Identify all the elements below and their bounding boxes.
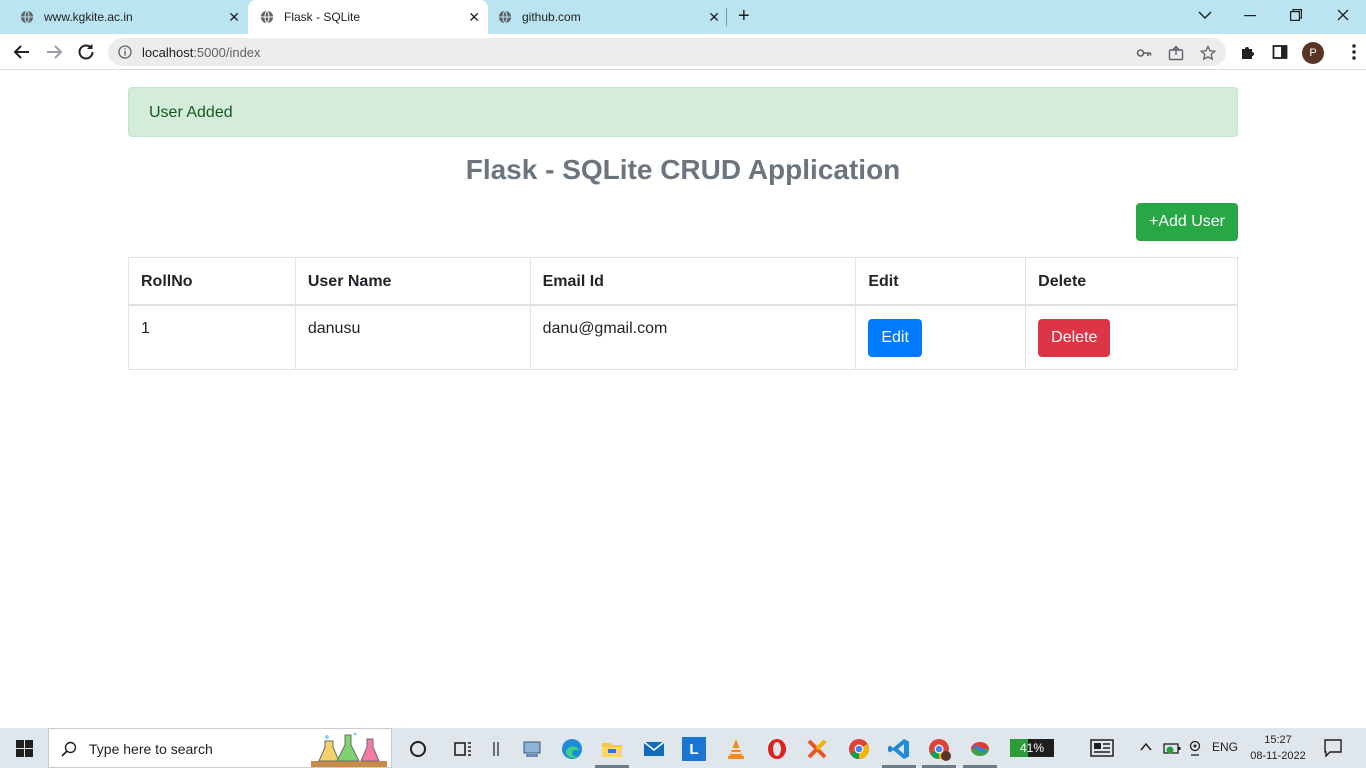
power-battery-icon[interactable] bbox=[1163, 741, 1181, 755]
science-flasks-icon bbox=[311, 732, 387, 767]
webcam-icon[interactable] bbox=[1188, 740, 1202, 756]
add-user-button[interactable]: +Add User bbox=[1136, 203, 1238, 241]
url-path: :5000/index bbox=[193, 45, 261, 60]
tab-github[interactable]: github.com ✕ bbox=[488, 0, 728, 34]
tab-title: github.com bbox=[522, 10, 581, 24]
window-close-icon[interactable] bbox=[1337, 9, 1349, 21]
column-header-rollno: RollNo bbox=[128, 257, 296, 305]
colorful-app-icon[interactable] bbox=[968, 737, 992, 761]
taskbar-clock[interactable]: 15:27 08-11-2022 bbox=[1246, 732, 1310, 764]
notifications-icon[interactable] bbox=[1324, 739, 1342, 757]
url-host: localhost bbox=[142, 45, 194, 60]
new-tab-icon[interactable]: + bbox=[738, 6, 750, 26]
browser-menu-icon[interactable] bbox=[1352, 44, 1356, 60]
chevron-up-icon[interactable] bbox=[1140, 742, 1152, 752]
search-placeholder: Type here to search bbox=[89, 741, 213, 757]
column-header-delete: Delete bbox=[1025, 257, 1238, 305]
opera-icon[interactable] bbox=[765, 737, 789, 761]
site-info-icon[interactable] bbox=[118, 45, 132, 59]
tab-search-chevron-icon[interactable] bbox=[1198, 10, 1212, 20]
page-title: Flask - SQLite CRUD Application bbox=[465, 154, 901, 185]
task-view-icon[interactable] bbox=[451, 737, 475, 761]
cell-rollno: 1 bbox=[128, 304, 296, 370]
key-icon[interactable] bbox=[1136, 45, 1152, 61]
delete-button[interactable]: Delete bbox=[1038, 318, 1111, 357]
browser-tab-strip: www.kgkite.ac.in ✕ Flask - SQLite ✕ gith… bbox=[0, 0, 1366, 34]
extensions-puzzle-icon[interactable] bbox=[1240, 44, 1256, 60]
minimize-icon[interactable] bbox=[1244, 15, 1256, 17]
globe-icon bbox=[260, 10, 274, 24]
edge-browser-icon[interactable] bbox=[560, 737, 584, 761]
battery-percent: 41% bbox=[1019, 741, 1045, 755]
browser-toolbar: localhost:5000/index P bbox=[0, 34, 1366, 70]
reload-icon[interactable] bbox=[76, 42, 96, 62]
side-panel-icon[interactable] bbox=[1272, 44, 1288, 60]
share-icon[interactable] bbox=[1168, 45, 1184, 61]
mail-icon[interactable] bbox=[642, 737, 666, 761]
battery-indicator[interactable]: 41% bbox=[1010, 739, 1054, 757]
vlc-icon[interactable] bbox=[724, 737, 748, 761]
tab-title: www.kgkite.ac.in bbox=[44, 10, 133, 24]
clock-date: 08-11-2022 bbox=[1250, 750, 1306, 762]
windows-taskbar: Type here to search L 41% ENG 15:27 08-1… bbox=[0, 728, 1366, 768]
cortana-icon[interactable] bbox=[406, 737, 430, 761]
tab-close-icon[interactable]: ✕ bbox=[228, 10, 240, 24]
address-bar[interactable]: localhost:5000/index bbox=[108, 38, 1226, 66]
network-folder-icon[interactable] bbox=[520, 737, 544, 761]
globe-icon bbox=[498, 10, 512, 24]
tab-close-icon[interactable]: ✕ bbox=[468, 10, 480, 24]
windows-start-icon[interactable] bbox=[16, 740, 33, 757]
success-alert: User Added bbox=[128, 87, 1238, 137]
language-indicator[interactable]: ENG bbox=[1212, 740, 1238, 754]
news-widget-icon[interactable] bbox=[1090, 739, 1114, 757]
table-header-row: RollNo User Name Email Id Edit Delete bbox=[128, 257, 1238, 305]
table-row: 1 danusu danu@gmail.com Edit Delete bbox=[128, 304, 1238, 370]
back-arrow-icon[interactable] bbox=[12, 42, 32, 62]
search-icon bbox=[61, 741, 77, 757]
tab-title: Flask - SQLite bbox=[284, 10, 361, 24]
forward-arrow-icon[interactable] bbox=[44, 42, 64, 62]
tab-separator bbox=[726, 8, 727, 26]
cell-delete: Delete bbox=[1025, 304, 1238, 370]
chrome-icon[interactable] bbox=[847, 737, 871, 761]
bookmark-star-icon[interactable] bbox=[1200, 45, 1216, 61]
cell-edit: Edit bbox=[855, 304, 1027, 370]
tab-close-icon[interactable]: ✕ bbox=[708, 10, 720, 24]
x-app-icon[interactable] bbox=[805, 737, 829, 761]
profile-avatar[interactable]: P bbox=[1302, 42, 1324, 64]
cell-email: danu@gmail.com bbox=[529, 304, 857, 370]
clock-time: 15:27 bbox=[1264, 734, 1292, 746]
tab-flask-sqlite[interactable]: Flask - SQLite ✕ bbox=[248, 0, 488, 34]
chrome-profile-icon[interactable] bbox=[927, 737, 951, 761]
restore-icon[interactable] bbox=[1290, 9, 1302, 21]
column-header-email: Email Id bbox=[529, 257, 857, 305]
widgets-divider-icon[interactable] bbox=[484, 737, 508, 761]
taskbar-search-box[interactable]: Type here to search bbox=[48, 728, 392, 768]
globe-icon bbox=[20, 10, 34, 24]
edit-button[interactable]: Edit bbox=[868, 318, 922, 357]
file-explorer-icon[interactable] bbox=[600, 737, 624, 761]
vscode-icon[interactable] bbox=[887, 737, 911, 761]
tab-kgkite[interactable]: www.kgkite.ac.in ✕ bbox=[0, 0, 248, 34]
url-text: localhost:5000/index bbox=[142, 45, 261, 60]
column-header-edit: Edit bbox=[855, 257, 1027, 305]
cell-username: danusu bbox=[294, 304, 531, 370]
users-table: RollNo User Name Email Id Edit Delete 1 … bbox=[128, 257, 1238, 370]
column-header-username: User Name bbox=[294, 257, 531, 305]
l-app-icon[interactable]: L bbox=[682, 737, 706, 761]
